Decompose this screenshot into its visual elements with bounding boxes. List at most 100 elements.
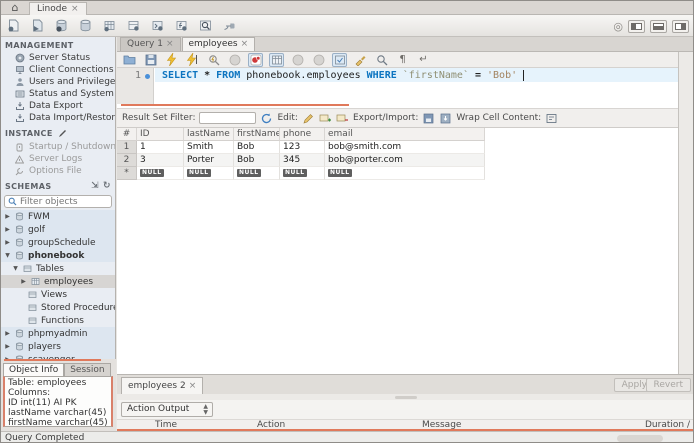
chevron-right-icon[interactable]: ▶ xyxy=(4,226,11,233)
toggle-limit-rows-icon[interactable] xyxy=(269,52,284,67)
open-file-icon[interactable] xyxy=(122,53,137,67)
cell-null[interactable]: NULL xyxy=(137,167,184,180)
column-header-firstname[interactable]: firstName xyxy=(234,128,280,141)
reconnect-dbms-icon[interactable] xyxy=(221,17,238,34)
cell-null[interactable]: NULL xyxy=(280,167,325,180)
chevron-down-icon[interactable]: ▼ xyxy=(12,265,19,272)
scrollbar-thumb[interactable] xyxy=(617,435,663,442)
cell-null[interactable]: NULL xyxy=(184,167,234,180)
wrap-cell-content-icon[interactable] xyxy=(545,112,558,125)
tab-result-employees-2[interactable]: employees 2 × xyxy=(121,377,204,394)
splitter-grip[interactable] xyxy=(395,396,417,399)
toggle-right-panel-button[interactable] xyxy=(672,19,689,33)
tree-item-schema-phonebook[interactable]: ▼ phonebook xyxy=(1,249,115,262)
sidebar-item-client-connections[interactable]: Client Connections xyxy=(1,64,115,76)
instance-config-icon[interactable] xyxy=(57,128,68,139)
cell-lastname[interactable]: Porter xyxy=(184,154,234,167)
execute-current-statement-icon[interactable] xyxy=(185,53,200,67)
tab-close-icon[interactable]: × xyxy=(241,39,249,49)
sql-code-editor[interactable]: 1 SELECT * FROM phonebook.employees WHERE `fi… xyxy=(117,68,678,104)
sidebar-item-data-import[interactable]: Data Import/Restore xyxy=(1,112,115,124)
cell-null[interactable]: NULL xyxy=(325,167,485,180)
sidebar-item-data-export[interactable]: Data Export xyxy=(1,100,115,112)
sidebar-item-server-logs[interactable]: Server Logs xyxy=(1,153,115,165)
open-script-icon[interactable] xyxy=(29,17,46,34)
schemas-expand-icon[interactable]: ⇲ xyxy=(91,181,99,191)
tab-close-icon[interactable]: × xyxy=(189,381,197,391)
sidebar-item-users-privileges[interactable]: Users and Privileges xyxy=(1,76,115,88)
sidebar-item-options-file[interactable]: Options File xyxy=(1,165,115,177)
tab-session[interactable]: Session xyxy=(64,363,111,377)
cell-firstname[interactable]: Bob xyxy=(234,141,280,154)
create-schema-icon[interactable] xyxy=(77,17,94,34)
tree-item-table-employees[interactable]: ▶ employees xyxy=(1,275,115,288)
add-row-icon[interactable] xyxy=(319,112,332,125)
find-icon[interactable] xyxy=(374,53,389,67)
sidebar-item-status-system-variables[interactable]: Status and System Variables xyxy=(1,88,115,100)
cell-id[interactable]: 3 xyxy=(137,154,184,167)
export-results-icon[interactable] xyxy=(422,112,435,125)
cell-null[interactable]: NULL xyxy=(234,167,280,180)
beautify-sql-icon[interactable] xyxy=(353,53,368,67)
spinner-icon[interactable]: ▲ ▼ xyxy=(203,404,208,416)
schema-filter-input[interactable] xyxy=(20,196,100,207)
home-icon[interactable]: ⌂ xyxy=(5,1,25,14)
cell-email[interactable]: bob@smith.com xyxy=(325,141,485,154)
column-header-time[interactable]: Time xyxy=(155,420,177,430)
table-row[interactable]: 1 1 Smith Bob 123 bob@smith.com xyxy=(117,141,678,154)
tree-item-schema-groupschedule[interactable]: ▶ groupSchedule xyxy=(1,236,115,249)
tab-object-info[interactable]: Object Info xyxy=(3,363,65,377)
column-header-action[interactable]: Action xyxy=(257,420,285,430)
cell-lastname[interactable]: Smith xyxy=(184,141,234,154)
tree-item-schema-phpmyadmin[interactable]: ▶ phpmyadmin xyxy=(1,327,115,340)
column-header-id[interactable]: ID xyxy=(137,128,184,141)
sidebar-item-startup-shutdown[interactable]: Startup / Shutdown xyxy=(1,141,115,153)
cell-email[interactable]: bob@porter.com xyxy=(325,154,485,167)
collapsed-side-panel[interactable] xyxy=(678,52,693,374)
cell-phone[interactable]: 123 xyxy=(280,141,325,154)
new-query-tab-icon[interactable] xyxy=(5,17,22,34)
chevron-right-icon[interactable]: ▶ xyxy=(20,278,27,285)
tab-query-1[interactable]: Query 1 × xyxy=(120,37,181,51)
result-filter-input[interactable] xyxy=(199,112,257,124)
schemas-refresh-icon[interactable]: ↻ xyxy=(103,181,111,191)
column-header-email[interactable]: email xyxy=(325,128,485,141)
create-table-icon[interactable] xyxy=(101,17,118,34)
tree-item-stored-procedures[interactable]: Stored Procedures xyxy=(1,301,115,314)
chevron-right-icon[interactable]: ▶ xyxy=(4,213,11,220)
execute-query-icon[interactable] xyxy=(164,53,179,67)
cell-id[interactable]: 1 xyxy=(137,141,184,154)
toggle-stop-on-error-icon[interactable] xyxy=(248,52,263,67)
column-header-lastname[interactable]: lastName xyxy=(184,128,234,141)
connection-tab[interactable]: Linode × xyxy=(29,2,87,15)
explain-icon[interactable] xyxy=(206,53,221,67)
column-header-phone[interactable]: phone xyxy=(280,128,325,141)
table-row[interactable]: 2 3 Porter Bob 345 bob@porter.com xyxy=(117,154,678,167)
tree-item-functions[interactable]: Functions xyxy=(1,314,115,327)
create-function-icon[interactable] xyxy=(173,17,190,34)
table-new-row[interactable]: * NULL NULL NULL NULL NULL xyxy=(117,167,678,180)
tab-close-icon[interactable]: × xyxy=(166,39,174,49)
output-selector-dropdown[interactable]: Action Output ▲ ▼ xyxy=(121,402,213,417)
tab-employees[interactable]: employees × xyxy=(181,37,256,51)
create-view-icon[interactable] xyxy=(125,17,142,34)
import-records-icon[interactable] xyxy=(439,112,452,125)
tree-item-tables[interactable]: ▼ Tables xyxy=(1,262,115,275)
column-header-rownum[interactable]: # xyxy=(117,128,137,141)
tree-item-schema-fwm[interactable]: ▶ FWM xyxy=(1,210,115,223)
toggle-word-wrap-icon[interactable]: ↵ xyxy=(416,53,431,67)
chevron-down-icon[interactable]: ▼ xyxy=(4,252,11,259)
toggle-invisible-characters-icon[interactable]: ¶ xyxy=(395,53,410,67)
revert-button[interactable]: Revert xyxy=(645,378,691,392)
sidebar-item-server-status[interactable]: Server Status xyxy=(1,52,115,64)
chevron-right-icon[interactable]: ▶ xyxy=(4,330,11,337)
create-procedure-icon[interactable] xyxy=(149,17,166,34)
delete-row-icon[interactable] xyxy=(336,112,349,125)
toggle-autocommit-icon[interactable] xyxy=(332,52,347,67)
cell-firstname[interactable]: Bob xyxy=(234,154,280,167)
search-table-data-icon[interactable] xyxy=(197,17,214,34)
tree-item-views[interactable]: Views xyxy=(1,288,115,301)
chevron-right-icon[interactable]: ▶ xyxy=(4,239,11,246)
save-icon[interactable] xyxy=(143,53,158,67)
tree-item-schema-golf[interactable]: ▶ golf xyxy=(1,223,115,236)
